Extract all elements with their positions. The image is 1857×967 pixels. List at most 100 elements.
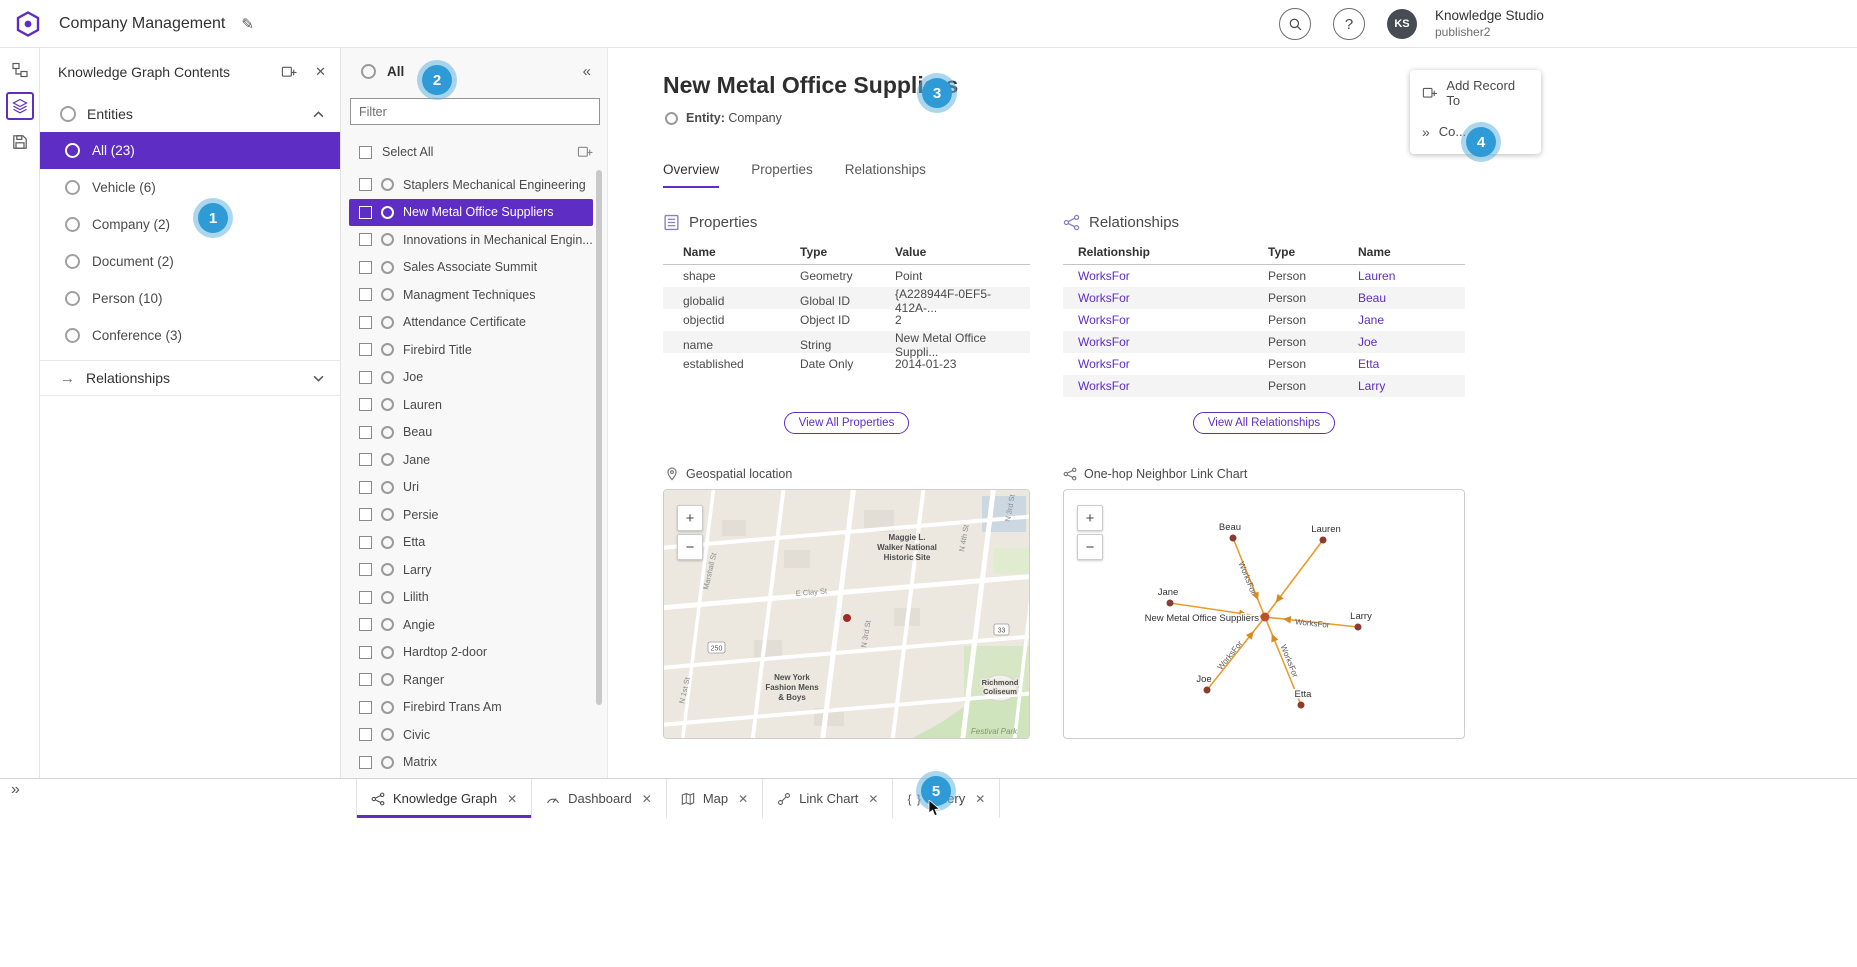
edit-title-icon[interactable]: ✎	[241, 15, 254, 33]
entity-type-item-person[interactable]: Person (10)	[40, 280, 340, 317]
entity-type-item-conference[interactable]: Conference (3)	[40, 317, 340, 354]
add-record-icon[interactable]	[281, 64, 297, 80]
chevron-up-icon[interactable]	[313, 111, 324, 118]
item-checkbox[interactable]	[359, 646, 372, 659]
item-checkbox[interactable]	[359, 756, 372, 769]
list-item[interactable]: Jane	[341, 446, 607, 474]
list-item[interactable]: Attendance Certificate	[341, 309, 607, 337]
item-checkbox[interactable]	[359, 728, 372, 741]
close-panel-icon[interactable]: ✕	[315, 64, 326, 80]
list-item[interactable]: Persie	[341, 501, 607, 529]
close-tab-icon[interactable]: ✕	[975, 792, 985, 806]
view-tab-knowledge-graph[interactable]: Knowledge Graph ✕	[356, 779, 532, 818]
avatar[interactable]: KS	[1387, 9, 1417, 39]
item-checkbox[interactable]	[359, 701, 372, 714]
table-row[interactable]: WorksForPersonLauren	[1063, 265, 1465, 287]
view-tab-link-chart[interactable]: Link Chart ✕	[763, 779, 893, 818]
close-tab-icon[interactable]: ✕	[642, 792, 652, 806]
item-checkbox[interactable]	[359, 206, 372, 219]
entity-type-item-vehicle[interactable]: Vehicle (6)	[40, 169, 340, 206]
list-item[interactable]: Staplers Mechanical Engineering	[341, 171, 607, 199]
item-checkbox[interactable]	[359, 316, 372, 329]
list-item[interactable]: Hardtop 2-door	[341, 639, 607, 667]
table-row[interactable]: nameStringNew Metal Office Suppli...	[663, 331, 1030, 353]
zoom-in-button[interactable]: +	[677, 505, 703, 531]
list-item[interactable]: Lauren	[341, 391, 607, 419]
table-row[interactable]: WorksForPersonBeau	[1063, 287, 1465, 309]
chevron-down-icon[interactable]	[313, 375, 324, 382]
add-record-icon[interactable]	[577, 144, 593, 160]
select-all-row[interactable]: Select All	[341, 137, 607, 167]
item-checkbox[interactable]	[359, 261, 372, 274]
list-item[interactable]: Firebird Title	[341, 336, 607, 364]
close-tab-icon[interactable]: ✕	[868, 792, 878, 806]
table-row[interactable]: globalidGlobal ID{A228944F-0EF5-412A-...	[663, 287, 1030, 309]
list-item[interactable]: Joe	[341, 364, 607, 392]
list-item[interactable]: Angie	[341, 611, 607, 639]
tab-relationships[interactable]: Relationships	[845, 162, 926, 188]
table-row[interactable]: establishedDate Only2014-01-23	[663, 353, 1030, 375]
table-row[interactable]: WorksForPersonLarry	[1063, 375, 1465, 397]
list-item[interactable]: Ranger	[341, 666, 607, 694]
entity-type-item-company[interactable]: Company (2)	[40, 206, 340, 243]
filter-input[interactable]	[350, 98, 600, 125]
table-row[interactable]: WorksForPersonJoe	[1063, 331, 1465, 353]
list-item[interactable]: Civic	[341, 721, 607, 749]
item-checkbox[interactable]	[359, 591, 372, 604]
item-checkbox[interactable]	[359, 288, 372, 301]
zoom-out-button[interactable]: −	[1077, 534, 1103, 560]
list-item[interactable]: Managment Techniques	[341, 281, 607, 309]
entity-type-item-all[interactable]: All (23)	[40, 132, 340, 169]
entity-type-item-document[interactable]: Document (2)	[40, 243, 340, 280]
table-row[interactable]: objectidObject ID2	[663, 309, 1030, 331]
entities-section-header[interactable]: Entities	[40, 96, 340, 132]
zoom-out-button[interactable]: −	[677, 534, 703, 560]
item-checkbox[interactable]	[359, 233, 372, 246]
item-checkbox[interactable]	[359, 481, 372, 494]
close-tab-icon[interactable]: ✕	[507, 792, 517, 806]
list-item[interactable]: Sales Associate Summit	[341, 254, 607, 282]
view-tab-map[interactable]: Map ✕	[667, 779, 763, 818]
scrollbar-thumb[interactable]	[596, 170, 602, 705]
view-all-relationships-button[interactable]: View All Relationships	[1193, 412, 1335, 434]
list-item[interactable]: Beau	[341, 419, 607, 447]
item-checkbox[interactable]	[359, 618, 372, 631]
item-checkbox[interactable]	[359, 178, 372, 191]
search-button[interactable]	[1279, 8, 1311, 40]
table-row[interactable]: WorksForPersonEtta	[1063, 353, 1465, 375]
item-checkbox[interactable]	[359, 563, 372, 576]
view-all-properties-button[interactable]: View All Properties	[784, 412, 910, 434]
item-checkbox[interactable]	[359, 536, 372, 549]
item-checkbox[interactable]	[359, 453, 372, 466]
list-item[interactable]: Matrix	[341, 749, 607, 777]
list-item[interactable]: Larry	[341, 556, 607, 584]
expand-rail-icon[interactable]: »	[11, 781, 20, 799]
list-item[interactable]: Firebird Trans Am	[341, 694, 607, 722]
help-button[interactable]: ?	[1333, 8, 1365, 40]
tab-properties[interactable]: Properties	[751, 162, 813, 188]
item-checkbox[interactable]	[359, 398, 372, 411]
link-chart-canvas[interactable]: WorksFor WorksFor WorksFor WorksFor	[1063, 489, 1465, 739]
list-item[interactable]: Innovations in Mechanical Engin...	[341, 226, 607, 254]
save-tool-button[interactable]	[6, 128, 34, 156]
map-canvas[interactable]: 250 33 N 3rd St N 4th St E Clay St Marsh…	[663, 489, 1030, 739]
hierarchy-tool-button[interactable]	[6, 56, 34, 84]
relationships-section-header[interactable]: → Relationships	[40, 360, 340, 396]
tab-overview[interactable]: Overview	[663, 162, 719, 188]
item-checkbox[interactable]	[359, 673, 372, 686]
collapse-panel-icon[interactable]: «	[583, 63, 591, 80]
center-node[interactable]	[1261, 613, 1270, 622]
list-item[interactable]: Lilith	[341, 584, 607, 612]
item-checkbox[interactable]	[359, 371, 372, 384]
zoom-in-button[interactable]: +	[1077, 505, 1103, 531]
contents-tool-button[interactable]	[6, 92, 34, 120]
item-checkbox[interactable]	[359, 343, 372, 356]
view-tab-dashboard[interactable]: Dashboard ✕	[532, 779, 667, 818]
item-checkbox[interactable]	[359, 508, 372, 521]
item-checkbox[interactable]	[359, 426, 372, 439]
table-row[interactable]: shapeGeometryPoint	[663, 265, 1030, 287]
select-all-checkbox[interactable]	[359, 146, 372, 159]
list-item[interactable]: Uri	[341, 474, 607, 502]
list-item[interactable]: Etta	[341, 529, 607, 557]
list-item-selected[interactable]: New Metal Office Suppliers	[349, 199, 593, 227]
